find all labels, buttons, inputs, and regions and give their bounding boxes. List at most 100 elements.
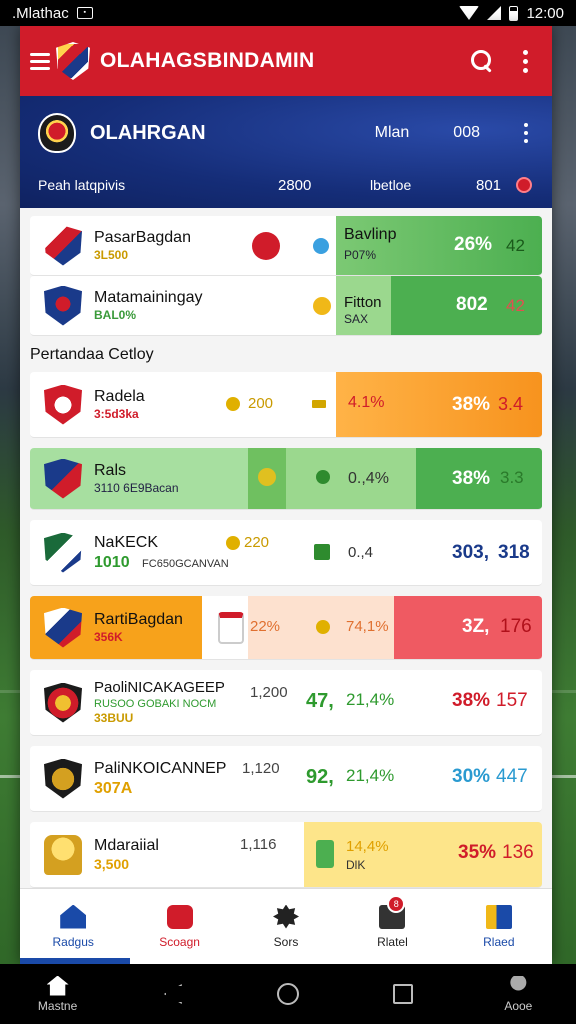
mid-value: 0.,4 — [348, 544, 374, 561]
back-button[interactable] — [138, 984, 208, 1004]
home-button[interactable]: Mastne — [23, 975, 93, 1013]
mid-value: 92, — [306, 766, 334, 788]
plus-icon — [314, 544, 330, 560]
team-name: Mdaraiial — [94, 836, 159, 854]
team-sub: 3110 6E9Bacan — [94, 481, 179, 495]
home-icon — [46, 975, 69, 996]
mid-value: 47, — [306, 690, 334, 712]
team-sub: 3:5d3ka — [94, 407, 139, 421]
app-title: OLAHAGSBINDAMIN — [100, 49, 315, 72]
table-row[interactable]: PaoliNICAKAGEEP RUSOO GOBAKI NOCM 33BUU … — [30, 670, 542, 736]
tab-radgus[interactable]: Radgus — [20, 889, 130, 964]
banner-stat-label: Peah latqpivis — [38, 177, 126, 193]
team-name: RartiBagdan — [94, 611, 183, 628]
status-bar: .Mlathac ▪ 12:00 — [0, 0, 576, 26]
table-row[interactable]: Rals 3110 6E9Bacan 0.,4% 38% 3.3 — [30, 448, 542, 510]
square-icon — [393, 984, 414, 1004]
profile-button[interactable]: Aooe — [483, 975, 553, 1013]
app-header: OLAHAGSBINDAMIN — [20, 26, 552, 96]
stat-number: 1,116 — [240, 836, 277, 853]
coin-icon — [226, 397, 240, 411]
mid-sub: DlK — [346, 858, 366, 872]
tab-rlatel[interactable]: 8 Rlatel — [339, 889, 445, 964]
tab-sors[interactable]: Sors — [233, 889, 339, 964]
team-logo-icon — [44, 682, 82, 723]
clock: 12:00 — [526, 4, 564, 22]
table-row[interactable]: Mdaraiial 3,500 1,116 14,4% DlK 35% 136 — [30, 822, 542, 888]
team-name: Rals — [94, 462, 127, 479]
section-title: Pertandaa Cetloy — [20, 336, 552, 372]
search-icon[interactable] — [471, 50, 493, 72]
trend-value: 318 — [498, 542, 530, 563]
percent-value: 802 — [456, 294, 488, 315]
mid-value: 22% — [250, 618, 281, 635]
team-sub: 356K — [94, 630, 123, 644]
menu-icon[interactable] — [30, 52, 50, 70]
team-logo-icon — [44, 225, 82, 266]
stat-number: 1,120 — [242, 760, 280, 777]
team-logo-icon — [44, 458, 82, 499]
tab-label: Scoagn — [159, 934, 200, 949]
team-logo-icon — [44, 607, 82, 648]
no-entry-icon — [252, 232, 280, 260]
team-badge-icon — [38, 113, 76, 153]
trend-value: 3.3 — [500, 468, 524, 487]
circle-icon — [276, 983, 299, 1005]
panel-sub: P07% — [344, 248, 377, 262]
trophy-icon — [258, 468, 276, 486]
table-row[interactable]: NaKECK 1010 FC650GCANVAN 220 0.,4 303, 3… — [30, 520, 542, 586]
team-logo-icon — [44, 384, 82, 425]
trend-value: 157 — [496, 690, 528, 711]
team-name: Radela — [94, 388, 145, 405]
tab-label: Rlatel — [377, 934, 408, 949]
banner-stat-label-2: lbetloe — [370, 177, 412, 193]
list-item[interactable]: Matamainingay BAL0% Fitton SAX 802 42 — [30, 276, 542, 336]
notification-icon: ▪ — [76, 7, 93, 19]
carrier-label: .Mlathac — [12, 4, 69, 22]
trend-value: 3.4 — [498, 394, 524, 414]
table-row[interactable]: RartiBagdan 356K 22% 74,1% 3Z, 176 — [30, 596, 542, 660]
team-name: PaoliNICAKAGEEP — [94, 678, 225, 696]
team-banner: OLAHRGAN Mlan 008 Peah latqpivis 2800 lb… — [20, 96, 552, 208]
home-wifi-icon — [60, 904, 87, 929]
info-icon — [313, 238, 329, 254]
battery-icon — [509, 5, 519, 21]
team-name: PasarBagdan — [94, 229, 191, 246]
stat-panel: Fitton SAX 802 42 — [336, 276, 542, 335]
flag-icon — [312, 400, 326, 408]
percent-value: 38% — [452, 690, 491, 711]
percent-value: 26% — [454, 234, 493, 255]
tab-label: Radgus — [52, 934, 94, 949]
team-logo-icon — [44, 285, 82, 326]
trend-value: 42 — [506, 236, 525, 255]
club-crest-icon — [56, 42, 90, 80]
profile-label: Aooe — [504, 998, 533, 1013]
stat-number: 1,200 — [250, 684, 288, 701]
percent-value: 30% — [452, 766, 491, 787]
mid-value-2: 74,1% — [346, 618, 389, 635]
signal-icon — [487, 6, 502, 20]
team-sub-2: FC650GCANVAN — [142, 557, 229, 570]
banner-more-icon[interactable] — [524, 123, 528, 143]
home-circle-button[interactable] — [253, 983, 323, 1005]
tab-scoagn[interactable]: Scoagn — [126, 889, 232, 964]
recents-button[interactable] — [368, 984, 438, 1004]
more-options-icon[interactable] — [523, 49, 528, 73]
stat-panel: Bavlinp P07% 26% 42 — [336, 216, 542, 275]
team-logo-icon — [44, 758, 82, 799]
table-row[interactable]: PaliNKOICANNEP 307A 1,120 92, 21,4% 30% … — [30, 746, 542, 812]
system-navigation-bar: Mastne Aooe — [0, 964, 576, 1024]
team-sub: RUSOO GOBAKI NOCM — [94, 697, 217, 710]
table-row[interactable]: Radela 3:5d3ka 200 4.1% 38% 3.4 — [30, 372, 542, 438]
tab-rlaed[interactable]: Rlaed — [446, 889, 552, 964]
percent-value: 3Z, — [462, 616, 490, 637]
coin-icon — [226, 536, 240, 550]
app-window: OLAHAGSBINDAMIN OLAHRGAN Mlan 008 Peah l… — [20, 26, 552, 964]
bottom-navigation: Radgus Scoagn Sors 8 Rlatel Rlaed — [20, 888, 552, 964]
team-name: Matamainingay — [94, 289, 203, 306]
gear-icon — [273, 904, 300, 929]
panel-title: Fitton — [344, 294, 382, 311]
list-item[interactable]: PasarBagdan 3L500 Bavlinp P07% 26% 42 — [30, 216, 542, 276]
document-icon — [218, 612, 244, 644]
phone-icon — [316, 840, 334, 868]
